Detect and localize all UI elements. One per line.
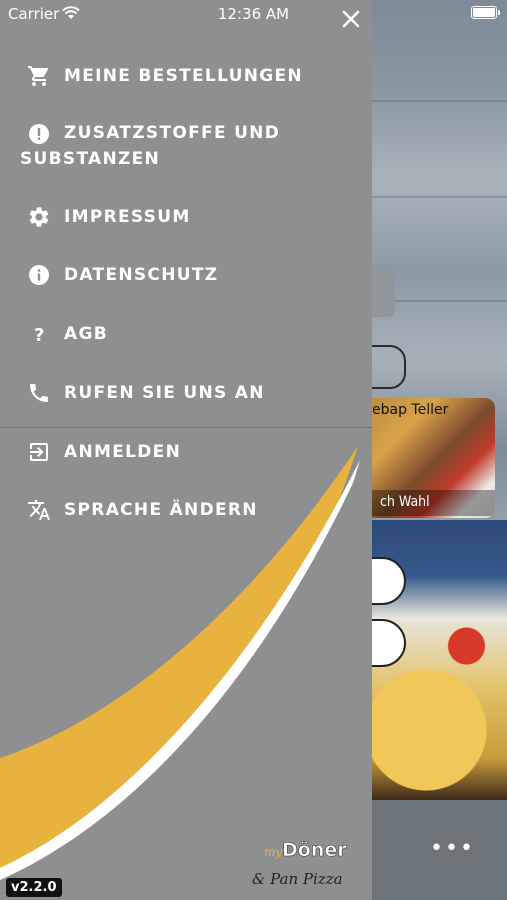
svg-text:?: ? — [34, 325, 46, 346]
close-button[interactable] — [338, 6, 364, 32]
side-drawer: MEINE BESTELLUNGEN ZUSATZSTOFFE UND SUBS… — [0, 0, 372, 900]
menu-item-anmelden[interactable]: ANMELDEN — [0, 440, 372, 466]
more-icon[interactable]: ••• — [430, 836, 475, 861]
menu-item-label: DATENSCHUTZ — [64, 265, 219, 285]
menu-item-zusatzstoffe[interactable]: ZUSATZSTOFFE UND SUBSTANZEN — [0, 120, 372, 176]
menu-item-label: AGB — [64, 324, 108, 344]
product-card[interactable]: ebap Teller ch Wahl — [360, 398, 495, 518]
battery-icon — [471, 6, 497, 19]
menu-item-sprache-aendern[interactable]: SPRACHE ÄNDERN — [0, 498, 372, 524]
product-card-title: ebap Teller — [372, 402, 449, 418]
product-card-subtitle: ch Wahl — [360, 490, 495, 516]
brand-logo: my Döner & Pan Pizza — [248, 832, 366, 894]
logo-main-text: Döner — [282, 839, 347, 861]
version-badge: v2.2.0 — [6, 878, 62, 897]
translate-icon — [27, 498, 51, 522]
close-icon — [342, 10, 360, 28]
menu-item-meine-bestellungen[interactable]: MEINE BESTELLUNGEN — [0, 64, 372, 90]
menu-item-label: RUFEN SIE UNS AN — [64, 383, 265, 403]
question-icon: ? — [27, 322, 51, 346]
menu-item-datenschutz[interactable]: DATENSCHUTZ — [0, 263, 372, 289]
info-icon — [27, 263, 51, 287]
gear-icon — [27, 205, 51, 229]
cart-icon — [27, 64, 51, 88]
phone-icon — [27, 381, 51, 405]
menu-item-label: ZUSATZSTOFFE UND SUBSTANZEN — [20, 123, 281, 169]
menu-item-impressum[interactable]: IMPRESSUM — [0, 205, 372, 231]
menu-item-label: MEINE BESTELLUNGEN — [64, 66, 303, 86]
menu-item-label: IMPRESSUM — [64, 207, 191, 227]
menu-item-label: ANMELDEN — [64, 442, 182, 462]
menu-item-rufen-sie-uns-an[interactable]: RUFEN SIE UNS AN — [0, 381, 372, 407]
logo-sub-text: & Pan Pizza — [252, 870, 343, 888]
status-time: 12:36 AM — [217, 5, 290, 23]
battery-tip — [498, 10, 500, 15]
menu-item-label: SPRACHE ÄNDERN — [64, 500, 258, 520]
status-bar: Carrier 12:36 AM — [0, 0, 507, 28]
menu-item-agb[interactable]: ? AGB — [0, 322, 372, 348]
login-icon — [27, 440, 51, 464]
logo-prefix: my — [264, 845, 282, 859]
